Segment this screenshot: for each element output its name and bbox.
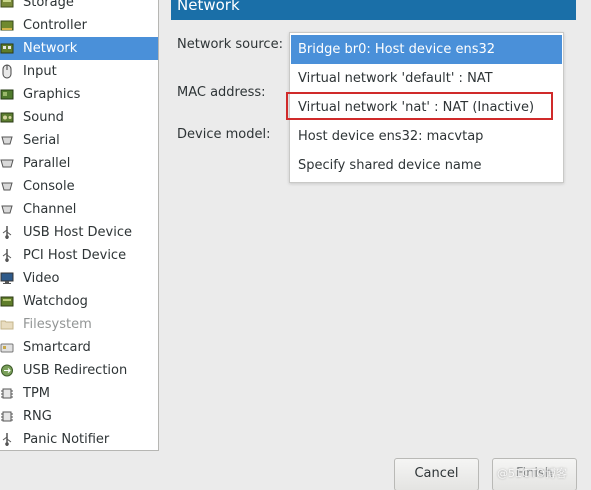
parallel-port-icon [0, 156, 14, 171]
sidebar-item-watchdog[interactable]: Watchdog [0, 290, 158, 313]
sidebar-item-label: Storage [23, 0, 74, 10]
sidebar-item-label: Console [23, 179, 75, 194]
graphics-card-icon [0, 87, 14, 102]
sidebar-item-usb-redirection[interactable]: USB Redirection [0, 359, 158, 382]
sidebar-item-panic-notifier[interactable]: Panic Notifier [0, 428, 158, 450]
page-title: Network [171, 0, 576, 20]
sidebar-item-storage[interactable]: Storage [0, 0, 158, 14]
mouse-icon [0, 64, 14, 79]
cancel-button[interactable]: Cancel [394, 458, 479, 490]
network-source-option[interactable]: Host device ens32: macvtap [291, 122, 562, 151]
pci-icon [0, 248, 14, 263]
mac-address-label: MAC address: [177, 85, 266, 100]
smartcard-icon [0, 340, 14, 355]
network-source-dropdown-menu[interactable]: Bridge br0: Host device ens32 Virtual ne… [289, 32, 564, 183]
sidebar-item-label: Sound [23, 110, 64, 125]
sidebar-item-pci-host-device[interactable]: PCI Host Device [0, 244, 158, 267]
sidebar-item-label: Panic Notifier [23, 432, 110, 447]
sidebar-item-controller[interactable]: Controller [0, 14, 158, 37]
monitor-icon [0, 271, 14, 286]
sidebar-item-rng[interactable]: RNG [0, 405, 158, 428]
sidebar-item-label: Graphics [23, 87, 81, 102]
network-icon [0, 41, 14, 56]
console-icon [0, 179, 14, 194]
page-title-text: Network [177, 0, 240, 14]
device-type-list-items: Storage Controller Network Input Graphic… [0, 0, 158, 450]
sidebar-item-tpm[interactable]: TPM [0, 382, 158, 405]
sidebar-item-parallel[interactable]: Parallel [0, 152, 158, 175]
sidebar-item-network[interactable]: Network [0, 37, 158, 60]
panic-notifier-icon [0, 432, 14, 447]
channel-icon [0, 202, 14, 217]
sidebar-item-label: PCI Host Device [23, 248, 127, 263]
watermark: @51CTO博客 [497, 467, 568, 480]
device-type-list: Storage Controller Network Input Graphic… [0, 0, 159, 451]
sidebar-item-smartcard[interactable]: Smartcard [0, 336, 158, 359]
sidebar-item-label: Parallel [23, 156, 71, 171]
sidebar-item-console[interactable]: Console [0, 175, 158, 198]
sidebar-item-label: Controller [23, 18, 87, 33]
sidebar-item-label: USB Redirection [23, 363, 128, 378]
sidebar-item-label: Input [23, 64, 57, 79]
sidebar-item-label: Serial [23, 133, 60, 148]
serial-port-icon [0, 133, 14, 148]
sidebar-item-label: RNG [23, 409, 52, 424]
network-source-option[interactable]: Virtual network 'default' : NAT [291, 64, 562, 93]
sidebar-item-label: Network [23, 41, 78, 56]
controller-icon [0, 18, 14, 33]
network-source-option[interactable]: Virtual network 'nat' : NAT (Inactive) [291, 93, 562, 122]
sidebar-item-sound[interactable]: Sound [0, 106, 158, 129]
sidebar-item-label: Channel [23, 202, 77, 217]
sidebar-item-video[interactable]: Video [0, 267, 158, 290]
sidebar-item-input[interactable]: Input [0, 60, 158, 83]
usb-redirection-icon [0, 363, 14, 378]
sidebar-item-label: Filesystem [23, 317, 92, 332]
rng-icon [0, 409, 14, 424]
sidebar-item-serial[interactable]: Serial [0, 129, 158, 152]
folder-icon [0, 317, 14, 332]
network-source-option[interactable]: Bridge br0: Host device ens32 [291, 35, 562, 64]
sidebar-item-usb-host-device[interactable]: USB Host Device [0, 221, 158, 244]
watchdog-icon [0, 294, 14, 309]
sidebar-item-filesystem[interactable]: Filesystem [0, 313, 158, 336]
network-source-label: Network source: [177, 37, 283, 52]
sidebar-item-graphics[interactable]: Graphics [0, 83, 158, 106]
network-source-option[interactable]: Specify shared device name [291, 151, 562, 180]
tpm-chip-icon [0, 386, 14, 401]
sidebar-item-label: TPM [23, 386, 50, 401]
storage-icon [0, 0, 14, 10]
sidebar-item-label: Watchdog [23, 294, 88, 309]
sidebar-item-label: Smartcard [23, 340, 91, 355]
sidebar-item-label: USB Host Device [23, 225, 133, 240]
sidebar-item-channel[interactable]: Channel [0, 198, 158, 221]
usb-icon [0, 225, 14, 240]
sound-card-icon [0, 110, 14, 125]
device-model-label: Device model: [177, 127, 271, 142]
sidebar-item-label: Video [23, 271, 60, 286]
